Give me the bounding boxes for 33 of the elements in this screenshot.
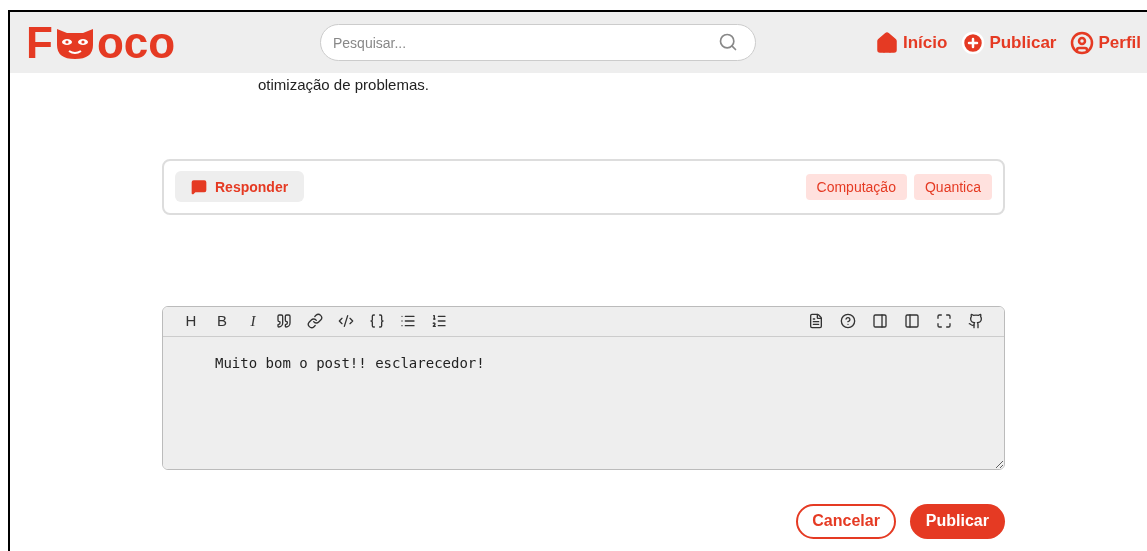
nav-link[interactable]: Início	[874, 29, 948, 56]
quote-icon[interactable]	[276, 313, 292, 329]
columns-icon[interactable]	[904, 313, 920, 329]
braces-icon[interactable]	[369, 313, 385, 329]
github-icon[interactable]	[968, 313, 984, 329]
home-icon	[874, 30, 899, 55]
link-icon[interactable]	[307, 313, 323, 329]
preview-icon[interactable]	[808, 313, 824, 329]
publish-button[interactable]: Publicar	[909, 503, 1005, 539]
search-field[interactable]: Pesquisar...	[320, 24, 756, 61]
speech-bubble-icon	[191, 178, 207, 195]
fullscreen-icon[interactable]	[936, 313, 952, 329]
format-button[interactable]: H	[183, 309, 199, 333]
cancel-button[interactable]: Cancelar	[796, 503, 896, 539]
code-icon[interactable]	[338, 313, 354, 329]
user-icon	[1070, 30, 1095, 55]
plus-circle-icon	[961, 30, 986, 55]
format-button[interactable]: I	[245, 309, 261, 333]
nav-link[interactable]: Publicar	[961, 29, 1057, 56]
bulleted-list-icon[interactable]	[400, 313, 416, 329]
post-text: otimização de problemas.	[258, 75, 430, 95]
reply-input[interactable]: Muito bom o post!! esclarecedor!	[163, 336, 1004, 469]
logo-text: oco	[96, 20, 176, 65]
logo-letter: F	[26, 20, 53, 65]
nav-link[interactable]: Perfil	[1070, 29, 1141, 56]
format-button[interactable]: B	[214, 309, 230, 333]
tag[interactable]: Computação	[805, 173, 907, 200]
side-panel-icon[interactable]	[872, 313, 888, 329]
search-icon[interactable]	[718, 32, 738, 52]
tag[interactable]: Quantica	[913, 173, 992, 200]
help-icon[interactable]	[840, 313, 856, 329]
reply-button[interactable]: Responder	[175, 171, 305, 202]
numbered-list-icon[interactable]	[431, 313, 447, 329]
